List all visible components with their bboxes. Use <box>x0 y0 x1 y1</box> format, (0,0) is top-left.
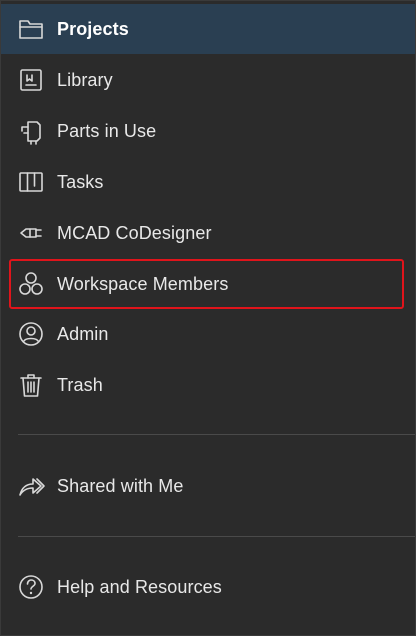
sidebar-item-help-and-resources[interactable]: Help and Resources <box>1 562 415 612</box>
sidebar-item-trash[interactable]: Trash <box>1 360 415 410</box>
sidebar-item-label: Help and Resources <box>57 576 222 597</box>
sidebar-item-label: Tasks <box>57 171 104 192</box>
tasks-icon <box>18 169 44 195</box>
sidebar-item-label: Library <box>57 69 113 90</box>
sidebar-menu: Projects Library Parts in Use Tasks MCAD… <box>0 0 416 636</box>
trash-icon <box>18 372 44 398</box>
share-icon <box>18 473 45 499</box>
sidebar-item-parts-in-use[interactable]: Parts in Use <box>1 106 415 156</box>
help-icon <box>18 574 44 600</box>
sidebar-item-shared-with-me[interactable]: Shared with Me <box>1 461 415 511</box>
sidebar-item-label: Trash <box>57 374 103 395</box>
divider <box>18 536 415 537</box>
divider <box>18 434 415 435</box>
sidebar-item-admin[interactable]: Admin <box>1 309 415 359</box>
user-circle-icon <box>18 321 44 347</box>
sidebar-item-label: Shared with Me <box>57 475 184 496</box>
parts-icon <box>18 118 44 145</box>
sidebar-item-library[interactable]: Library <box>1 55 415 105</box>
sidebar-item-tasks[interactable]: Tasks <box>1 157 415 207</box>
plug-icon <box>18 220 44 246</box>
folder-icon <box>18 16 44 42</box>
sidebar-item-label: Workspace Members <box>57 273 229 294</box>
sidebar-item-workspace-members[interactable]: Workspace Members <box>1 259 415 309</box>
sidebar-item-label: Admin <box>57 323 109 344</box>
sidebar-item-label: MCAD CoDesigner <box>57 222 212 243</box>
sidebar-item-mcad-codesigner[interactable]: MCAD CoDesigner <box>1 208 415 258</box>
members-icon <box>18 271 44 297</box>
library-icon <box>18 67 44 93</box>
sidebar-item-label: Projects <box>57 18 129 39</box>
sidebar-item-label: Parts in Use <box>57 120 157 141</box>
sidebar-item-projects[interactable]: Projects <box>1 4 415 54</box>
